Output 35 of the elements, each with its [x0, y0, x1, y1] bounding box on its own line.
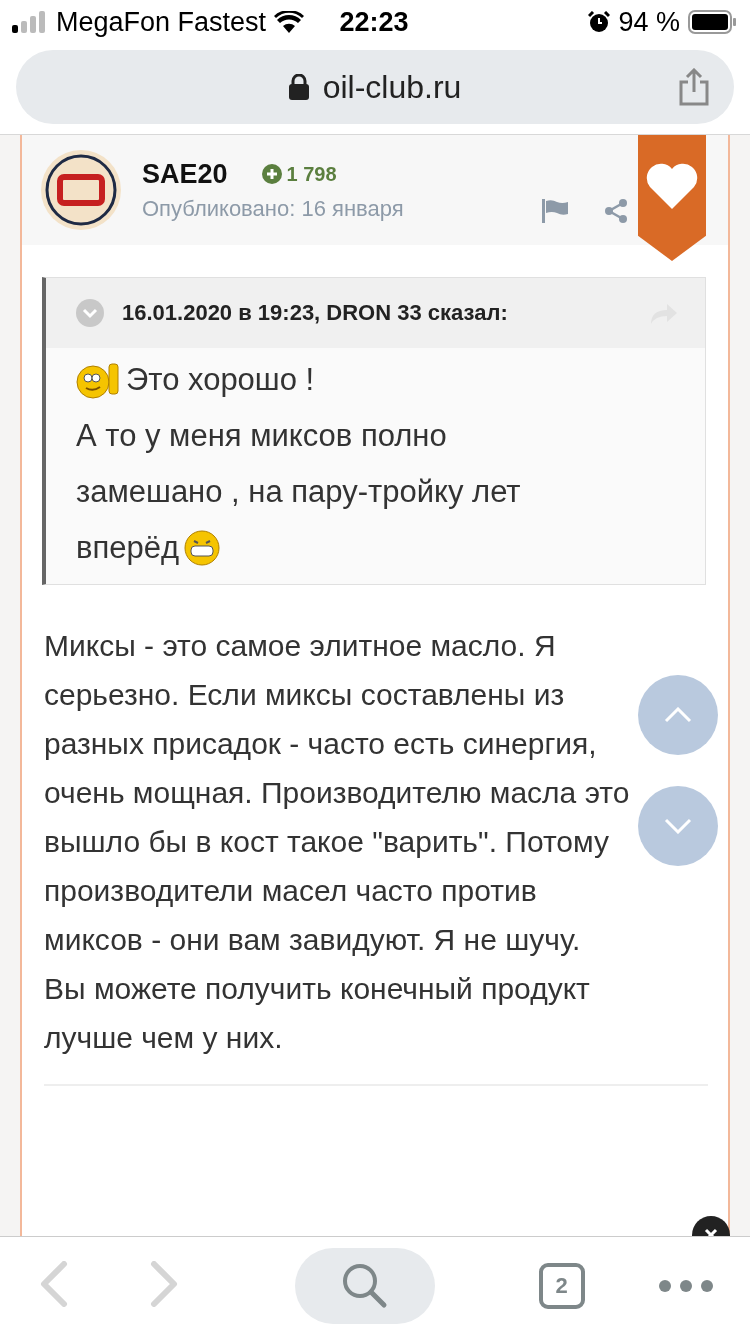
- chevron-down-icon: [664, 818, 692, 834]
- grinning-smiley-icon: [183, 529, 222, 567]
- like-ribbon[interactable]: [638, 135, 706, 261]
- thumbs-up-smiley-icon: [76, 360, 122, 400]
- more-icon[interactable]: [658, 1278, 714, 1293]
- tabs-button[interactable]: 2: [538, 1262, 585, 1309]
- alarm-clock-icon: [588, 11, 611, 33]
- quote-header: 16.01.2020 в 19:23, DRON 33 сказал:: [122, 300, 509, 326]
- chevron-up-icon: [664, 707, 692, 723]
- wifi-icon: [274, 11, 305, 33]
- reputation-count: 1 798: [286, 162, 337, 186]
- quote-text: замешано , на пару-тройку лет: [76, 474, 521, 510]
- lock-icon: [288, 74, 309, 100]
- heart-icon: [645, 163, 699, 211]
- plus-icon: [261, 164, 282, 184]
- flag-icon[interactable]: [542, 199, 568, 223]
- author-name[interactable]: SAE20: [142, 158, 228, 190]
- quote-text: Это хорошо !: [126, 362, 315, 398]
- quote-text: А то у меня миксов полно: [76, 418, 447, 454]
- battery-percent: 94 %: [618, 6, 680, 38]
- share-icon: [678, 68, 710, 106]
- battery-icon: [688, 10, 736, 34]
- share-icon[interactable]: [604, 199, 628, 223]
- carrier-name: MegaFon Fastest: [56, 6, 267, 38]
- address-bar[interactable]: oil-club.ru: [16, 50, 734, 124]
- forward-chevron-icon: [149, 1261, 178, 1307]
- post-text: Миксы - это самое элитное масло. Я серьезно. Если миксы составлены из разных присадок - часто есть синергия, очень мощная. Производителю масла это вышло бы в кост такое "варить". Потому производители масел часто против миксов - они вам завидуют. Я не шучу. Вы можете получить конечный продукт лучше чем у них.: [44, 628, 630, 1056]
- chevron-down-icon[interactable]: [76, 299, 104, 327]
- quote-text: вперёд: [76, 530, 180, 566]
- signal-icon: [12, 11, 48, 33]
- back-chevron-icon: [40, 1261, 68, 1307]
- search-icon: [342, 1262, 388, 1309]
- clock-time: 22:23: [339, 6, 409, 38]
- url-text: oil-club.ru: [322, 68, 462, 106]
- publish-date: Опубликовано: 16 января: [142, 195, 404, 222]
